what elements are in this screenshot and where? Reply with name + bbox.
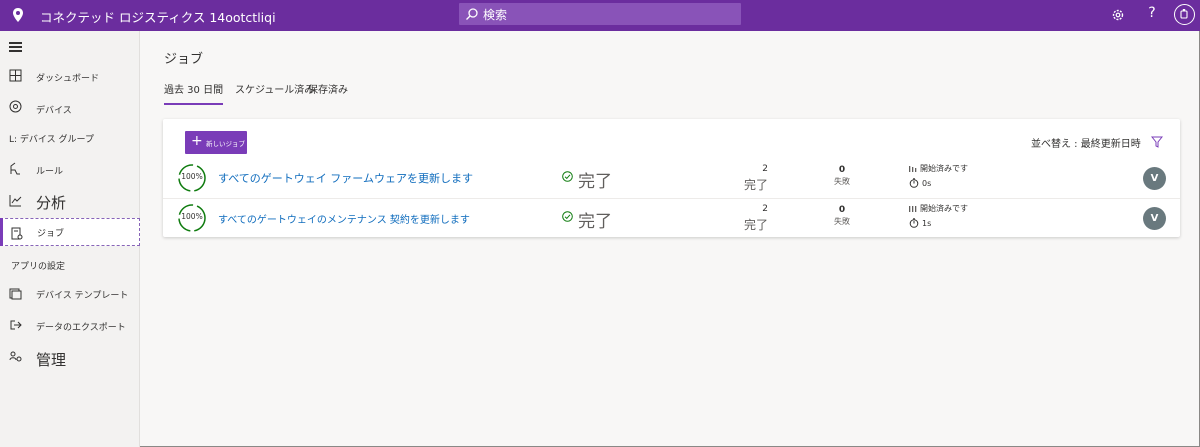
- sidebar-item-administration[interactable]: 管理: [0, 344, 140, 372]
- top-bar: コネクテッド ロジスティクス 14ootctliqi 検索 ?: [0, 0, 1200, 31]
- completed-label: 完了: [743, 178, 768, 192]
- sidebar-item-jobs[interactable]: ジョブ: [0, 218, 140, 246]
- device-icon: [9, 100, 22, 113]
- sidebar-item-label: 管理: [36, 351, 67, 369]
- jobs-card: + 新しいジョブ 並べ替え : 最終更新日時 100% すべてのゲートウェイ フ…: [163, 119, 1180, 237]
- completed-count: 2: [762, 164, 768, 174]
- job-status: 完了: [578, 172, 612, 192]
- progress-value: 100%: [181, 212, 203, 221]
- avatar: V: [1143, 167, 1166, 190]
- new-job-button[interactable]: + 新しいジョブ: [185, 131, 247, 154]
- jobs-icon: [11, 227, 23, 240]
- sidebar-item-data-export[interactable]: データのエクスポート: [0, 311, 140, 339]
- app-settings-section-label: アプリの設定: [11, 262, 66, 272]
- progress-value: 100%: [181, 172, 203, 181]
- sidebar-item-label: ダッシュボード: [36, 74, 100, 84]
- dashboard-icon: [9, 69, 22, 82]
- rules-icon: [10, 162, 20, 175]
- page-title: ジョブ: [164, 52, 204, 67]
- sidebar-item-rules[interactable]: ルール: [0, 155, 140, 183]
- tab-last-30-days[interactable]: 過去 30 日間: [164, 81, 224, 105]
- job-duration: 1s: [922, 219, 932, 228]
- new-job-button-label: 新しいジョブ: [206, 140, 245, 148]
- help-icon[interactable]: ?: [1144, 5, 1160, 21]
- search-icon: [466, 8, 478, 20]
- job-duration: 0s: [922, 179, 932, 188]
- sidebar-item-label: データのエクスポート: [36, 323, 126, 333]
- completed-label: 完了: [743, 218, 768, 232]
- device-template-icon: [9, 288, 22, 300]
- sidebar-item-dashboard[interactable]: ダッシュボード: [0, 62, 140, 90]
- job-name-link[interactable]: すべてのゲートウェイ ファームウェアを更新します: [218, 170, 473, 186]
- avatar: V: [1143, 207, 1166, 230]
- app-title: コネクテッド ロジスティクス 14ootctliqi: [40, 10, 276, 25]
- sidebar-item-label: デバイス テンプレート: [36, 291, 129, 301]
- admin-icon: [9, 351, 22, 362]
- stopwatch-icon: [909, 178, 919, 188]
- stopwatch-icon: [909, 218, 919, 228]
- sidebar-item-label: 分析: [36, 194, 67, 212]
- completed-count: 2: [762, 204, 768, 214]
- map-pin-icon: [13, 8, 23, 22]
- started-label: 開始済みです: [920, 204, 968, 213]
- tab-scheduled[interactable]: スケジュール済み: [235, 81, 314, 103]
- sort-dropdown[interactable]: 並べ替え : 最終更新日時: [1031, 135, 1141, 150]
- check-circle-icon: [562, 211, 573, 222]
- table-row[interactable]: 100% すべてのゲートウェイ ファームウェアを更新します 完了 2 完了 0 …: [163, 159, 1180, 199]
- sidebar-item-devices[interactable]: デバイス: [0, 93, 140, 121]
- filter-icon[interactable]: [1151, 136, 1163, 148]
- started-label: 開始済みです: [920, 164, 968, 173]
- table-row[interactable]: 100% すべてのゲートウェイのメンテナンス 契約を更新します 完了 2 完了 …: [163, 199, 1180, 239]
- user-badge-icon: [1180, 9, 1188, 19]
- gear-icon[interactable]: [1110, 7, 1126, 23]
- analytics-icon: [9, 195, 22, 207]
- job-name-link[interactable]: すべてのゲートウェイのメンテナンス 契約を更新します: [218, 211, 470, 226]
- sidebar-item-label: L: デバイス グループ: [9, 135, 94, 145]
- sidebar-item-label: デバイス: [36, 106, 72, 116]
- plus-icon: +: [191, 133, 203, 149]
- sidebar-item-device-templates[interactable]: デバイス テンプレート: [0, 280, 140, 308]
- sidebar-item-analytics[interactable]: 分析: [0, 189, 140, 217]
- user-avatar-icon[interactable]: [1174, 4, 1195, 25]
- sidebar-item-label: ジョブ: [37, 229, 65, 239]
- failed-count: 0: [838, 205, 846, 215]
- sidebar-item-label: ルール: [36, 167, 64, 177]
- failed-label: 失敗: [834, 177, 850, 186]
- started-bars-icon: [909, 166, 917, 172]
- hamburger-menu-icon[interactable]: [9, 42, 22, 52]
- started-bars-icon: [909, 206, 917, 212]
- data-export-icon: [10, 320, 22, 330]
- failed-count: 0: [838, 165, 846, 175]
- sidebar: ダッシュボード デバイス L: デバイス グループ ルール 分析 ジョブ アプリ…: [0, 31, 140, 447]
- job-status: 完了: [578, 212, 612, 232]
- tab-saved[interactable]: 保存済み: [308, 81, 348, 103]
- search-placeholder: 検索: [483, 8, 508, 22]
- check-circle-icon: [562, 171, 573, 182]
- sidebar-item-device-groups[interactable]: L: デバイス グループ: [0, 124, 140, 152]
- search-input[interactable]: 検索: [459, 3, 741, 25]
- failed-label: 失敗: [834, 217, 850, 226]
